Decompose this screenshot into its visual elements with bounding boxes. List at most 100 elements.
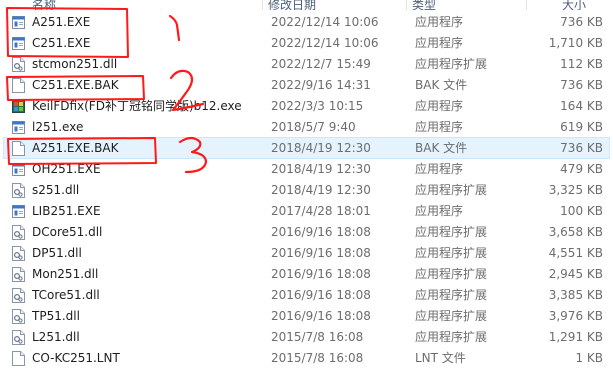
file-type: 应用程序 <box>415 204 464 218</box>
column-divider[interactable] <box>262 0 263 10</box>
file-row[interactable]: L251.dll 2015/7/8 16:08 应用程序扩展 1,291 KB <box>4 327 609 347</box>
file-name: KeilFDfix(FD补丁冠铭同学版)b12.exe <box>32 99 242 113</box>
file-modified-date: 2015/7/8 16:08 <box>271 330 364 344</box>
file-row[interactable]: TP51.dll 2016/9/16 18:08 应用程序扩展 3,976 KB <box>4 306 609 326</box>
file-type: 应用程序 <box>415 120 464 134</box>
file-type: 应用程序扩展 <box>415 183 488 197</box>
file-modified-date: 2022/12/14 10:06 <box>271 36 379 50</box>
exe-icon <box>12 36 25 51</box>
file-type: 应用程序 <box>415 36 464 50</box>
file-type: 应用程序 <box>415 15 464 29</box>
file-name: DP51.dll <box>32 246 82 260</box>
installer-icon <box>12 99 25 114</box>
dll-icon <box>12 288 25 303</box>
file-name: s251.dll <box>32 183 80 197</box>
file-type: 应用程序扩展 <box>415 57 488 71</box>
dll-icon <box>12 246 25 261</box>
file-size: 736 KB <box>560 141 603 155</box>
file-modified-date: 2018/4/19 12:30 <box>271 141 371 155</box>
file-size: 112 KB <box>560 57 603 71</box>
file-size: 479 KB <box>560 162 603 176</box>
file-row[interactable]: C251.EXE 2022/12/14 10:06 应用程序 1,710 KB <box>4 33 609 53</box>
file-row[interactable]: OH251.EXE 2018/4/19 12:30 应用程序 479 KB <box>4 159 609 179</box>
file-row[interactable]: s251.dll 2018/4/19 12:30 应用程序扩展 3,325 KB <box>4 180 609 200</box>
file-name: Mon251.dll <box>32 267 99 281</box>
file-name: C251.EXE.BAK <box>32 78 119 92</box>
file-size: 736 KB <box>560 15 603 29</box>
file-size: 1,710 KB <box>548 36 603 50</box>
blank-file-icon <box>12 78 25 93</box>
file-size: 3,325 KB <box>548 183 603 197</box>
file-row[interactable]: Mon251.dll 2016/9/16 18:08 应用程序扩展 2,945 KB <box>4 264 609 284</box>
column-header: 名称 修改日期 类型 大小 <box>0 0 613 10</box>
file-type: BAK 文件 <box>415 78 468 92</box>
dll-icon <box>12 330 25 345</box>
file-row[interactable]: DCore51.dll 2016/9/16 18:08 应用程序扩展 3,658 KB <box>4 222 609 242</box>
file-modified-date: 2016/9/16 18:08 <box>271 309 371 323</box>
file-row[interactable]: LIB251.EXE 2017/4/28 18:01 应用程序 100 KB <box>4 201 609 221</box>
column-header-name[interactable]: 名称 <box>32 0 56 10</box>
file-type: 应用程序扩展 <box>415 288 488 302</box>
file-size: 164 KB <box>560 99 603 113</box>
file-modified-date: 2016/9/16 18:08 <box>271 267 371 281</box>
file-name: C251.EXE <box>32 36 91 50</box>
file-type: 应用程序 <box>415 162 464 176</box>
file-row[interactable]: stcmon251.dll 2022/12/7 15:49 应用程序扩展 112 KB <box>4 54 609 74</box>
exe-icon <box>12 162 25 177</box>
file-type: 应用程序 <box>415 99 464 113</box>
file-row[interactable]: A251.EXE 2022/12/14 10:06 应用程序 736 KB <box>4 12 609 32</box>
dll-icon <box>12 267 25 282</box>
file-name: OH251.EXE <box>32 162 101 176</box>
file-name: A251.EXE.BAK <box>32 141 119 155</box>
dll-icon <box>12 57 25 72</box>
file-modified-date: 2016/9/16 18:08 <box>271 225 371 239</box>
file-type: 应用程序扩展 <box>415 309 488 323</box>
file-modified-date: 2016/9/16 18:08 <box>271 246 371 260</box>
file-row[interactable]: l251.exe 2018/5/7 9:40 应用程序 619 KB <box>4 117 609 137</box>
exe-icon <box>12 120 25 135</box>
file-row[interactable]: DP51.dll 2016/9/16 18:08 应用程序扩展 4,551 KB <box>4 243 609 263</box>
file-size: 3,385 KB <box>548 288 603 302</box>
dll-icon <box>12 309 25 324</box>
file-size: 2,945 KB <box>548 267 603 281</box>
file-size: 619 KB <box>560 120 603 134</box>
column-header-type[interactable]: 类型 <box>412 0 436 10</box>
blank-file-icon <box>12 351 25 366</box>
file-name: LIB251.EXE <box>32 204 101 218</box>
file-size: 1 KB <box>575 351 603 365</box>
file-size: 1,291 KB <box>548 330 603 344</box>
file-size: 3,976 KB <box>548 309 603 323</box>
exe-icon <box>12 204 25 219</box>
column-divider[interactable] <box>526 0 527 10</box>
file-row[interactable]: CO-KC251.LNT 2015/7/8 16:08 LNT 文件 1 KB <box>4 348 609 368</box>
file-type: 应用程序扩展 <box>415 246 488 260</box>
file-name: stcmon251.dll <box>32 57 118 71</box>
file-type: 应用程序扩展 <box>415 225 488 239</box>
file-name: TCore51.dll <box>32 288 100 302</box>
file-modified-date: 2016/9/16 18:08 <box>271 288 371 302</box>
file-type: BAK 文件 <box>415 141 468 155</box>
file-name: CO-KC251.LNT <box>32 351 120 365</box>
file-size: 4,551 KB <box>548 246 603 260</box>
blank-file-icon <box>12 141 25 156</box>
file-modified-date: 2022/12/7 15:49 <box>271 57 371 71</box>
file-modified-date: 2015/7/8 16:08 <box>271 351 364 365</box>
file-name: TP51.dll <box>32 309 80 323</box>
file-row[interactable]: A251.EXE.BAK 2018/4/19 12:30 BAK 文件 736 KB <box>3 137 610 159</box>
file-row[interactable]: TCore51.dll 2016/9/16 18:08 应用程序扩展 3,385 KB <box>4 285 609 305</box>
file-size: 100 KB <box>560 204 603 218</box>
file-modified-date: 2018/4/19 12:30 <box>271 183 371 197</box>
file-modified-date: 2017/4/28 18:01 <box>271 204 371 218</box>
file-size: 3,658 KB <box>548 225 603 239</box>
file-type: 应用程序扩展 <box>415 267 488 281</box>
file-modified-date: 2018/4/19 12:30 <box>271 162 371 176</box>
file-type: LNT 文件 <box>415 351 466 365</box>
file-name: l251.exe <box>32 120 84 134</box>
file-row[interactable]: KeilFDfix(FD补丁冠铭同学版)b12.exe 2022/3/3 10:1… <box>4 96 609 116</box>
column-header-date[interactable]: 修改日期 <box>268 0 316 10</box>
file-type: 应用程序扩展 <box>415 330 488 344</box>
column-header-size[interactable]: 大小 <box>562 0 586 10</box>
file-name: A251.EXE <box>32 15 91 29</box>
column-divider[interactable] <box>406 0 407 10</box>
file-row[interactable]: C251.EXE.BAK 2022/9/16 14:31 BAK 文件 736 KB <box>4 75 609 95</box>
